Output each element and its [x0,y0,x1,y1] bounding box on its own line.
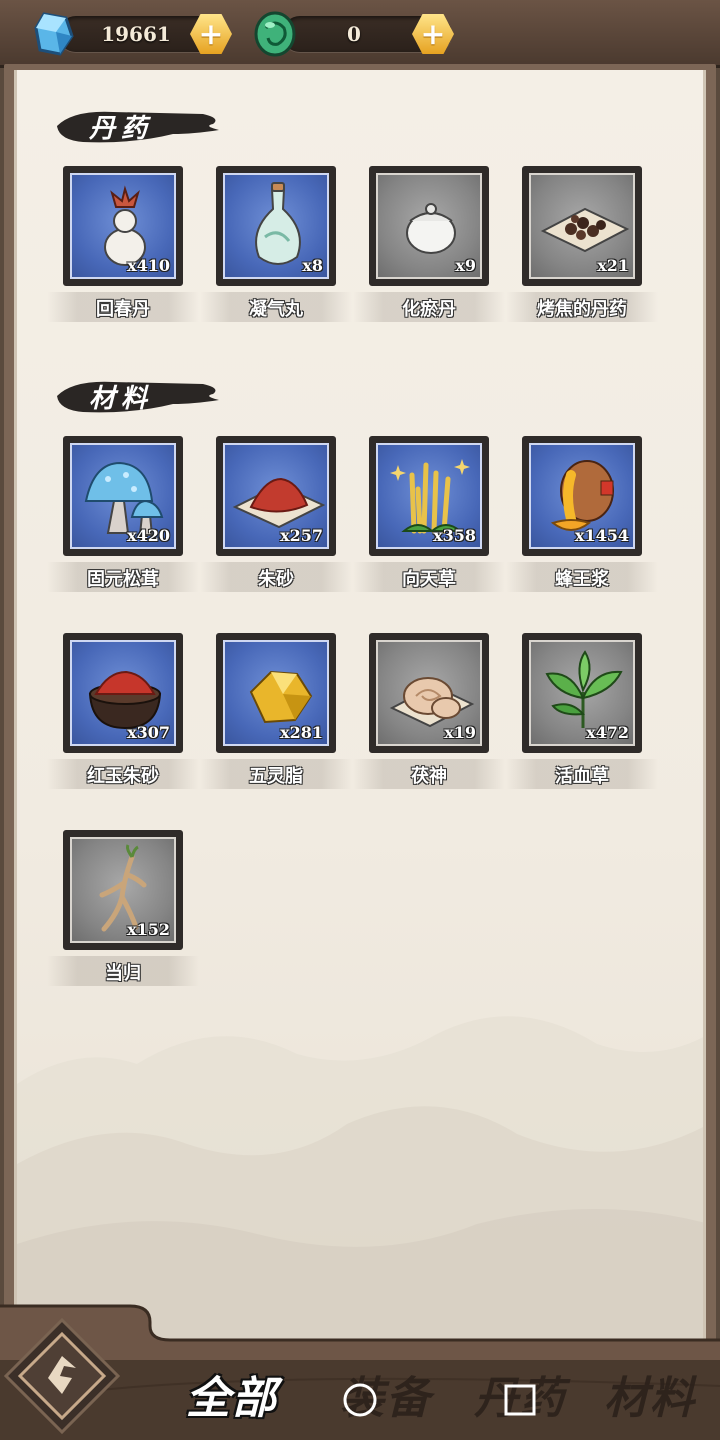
menu-emblem-button[interactable] [2,1316,122,1436]
item-slot[interactable]: x21 烤焦的丹药 [506,166,658,326]
parchment-background: 丹药 材料 x410 回春丹 x8 凝气丸 x9 化瘀丹 x21 烤焦的丹药 x… [14,70,706,1344]
section-header-pills: 丹药 [53,104,223,150]
item-frame: x420 [63,436,183,556]
item-frame: x152 [63,830,183,950]
item-slot[interactable]: x8 凝气丸 [200,166,352,326]
item-slot[interactable]: x420 固元松茸 [47,436,199,596]
recent-apps-square-icon[interactable] [502,1382,538,1418]
item-slot[interactable]: x472 活血草 [506,633,658,793]
item-slot[interactable]: x307 红玉朱砂 [47,633,199,793]
blue-crystal-icon [34,12,74,56]
item-frame: x257 [216,436,336,556]
item-quantity: x8 [302,256,323,275]
item-quantity: x410 [127,256,170,275]
item-slot[interactable]: x9 化瘀丹 [353,166,505,326]
item-quantity: x19 [444,723,476,742]
item-slot[interactable]: x257 朱砂 [200,436,352,596]
item-frame: x21 [522,166,642,286]
item-quantity: x21 [597,256,629,275]
item-name: 当归 [105,963,141,984]
item-name: 烤焦的丹药 [537,299,627,320]
home-circle-icon[interactable] [342,1382,378,1418]
tab-materials[interactable]: 材料 [604,1362,696,1426]
currency-bar: 19661 + 0 + [0,0,720,68]
item-slot[interactable]: x410 回春丹 [47,166,199,326]
item-quantity: x307 [127,723,170,742]
item-frame: x358 [369,436,489,556]
item-quantity: x472 [586,723,629,742]
section-header-materials: 材料 [53,374,223,420]
item-quantity: x281 [280,723,323,742]
item-frame: x281 [216,633,336,753]
item-name: 活血草 [555,766,609,787]
section-title: 材料 [89,384,154,414]
item-frame: x472 [522,633,642,753]
item-slot[interactable]: x281 五灵脂 [200,633,352,793]
item-name: 固元松茸 [87,569,159,590]
item-quantity: x9 [455,256,476,275]
item-name: 朱砂 [258,569,294,590]
item-quantity: x358 [433,526,476,545]
item-frame: x410 [63,166,183,286]
item-frame: x1454 [522,436,642,556]
item-name: 化瘀丹 [402,299,456,320]
item-slot[interactable]: x1454 蜂王浆 [506,436,658,596]
item-name: 向天草 [402,569,456,590]
item-frame: x19 [369,633,489,753]
item-quantity: x257 [280,526,323,545]
item-frame: x307 [63,633,183,753]
item-name: 回春丹 [96,299,150,320]
inventory-panel: 丹药 材料 x410 回春丹 x8 凝气丸 x9 化瘀丹 x21 烤焦的丹药 x… [4,64,716,1354]
item-quantity: x152 [127,920,170,939]
item-slot[interactable]: x358 向天草 [353,436,505,596]
item-frame: x8 [216,166,336,286]
jade-value: 0 [347,22,361,46]
item-name: 蜂王浆 [555,569,609,590]
item-frame: x9 [369,166,489,286]
item-name: 凝气丸 [249,299,303,320]
item-quantity: x1454 [574,526,629,545]
item-name: 茯神 [411,766,447,787]
item-name: 五灵脂 [249,766,303,787]
item-slot[interactable]: x152 当归 [47,830,199,990]
item-slot[interactable]: x19 茯神 [353,633,505,793]
spirit-stone-value: 19661 [101,22,171,46]
item-quantity: x420 [127,526,170,545]
green-jade-icon [254,11,296,57]
item-name: 红玉朱砂 [87,766,159,787]
bottom-nav: 全部 装备 丹药 材料 [0,1300,720,1440]
tab-all[interactable]: 全部 [186,1362,278,1426]
section-title: 丹药 [89,114,154,144]
